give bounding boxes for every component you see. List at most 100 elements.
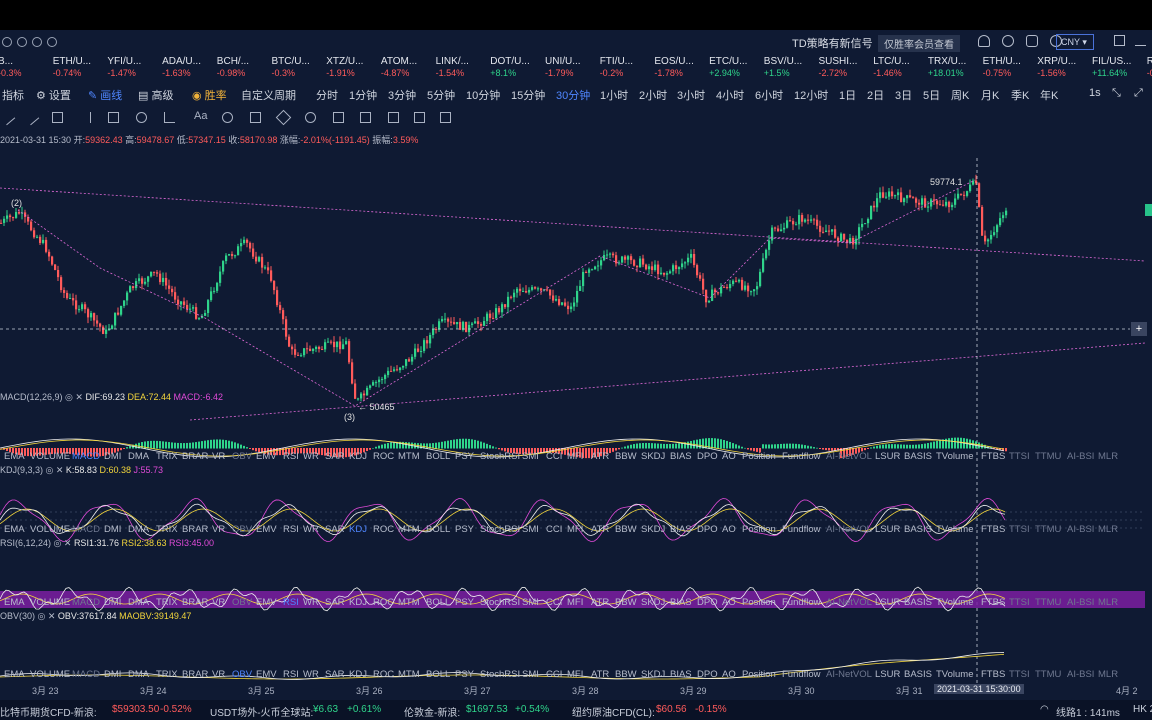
indicator-tab[interactable]: KDJ [349, 597, 367, 608]
wave-tool-icon[interactable] [108, 112, 119, 123]
indicators-button[interactable]: 指标 [2, 87, 24, 103]
indicator-tab[interactable]: BBW [615, 597, 637, 608]
indicator-tab[interactable]: TTMU [1035, 524, 1061, 535]
close-circle-icon[interactable] [47, 37, 57, 47]
indicator-tab[interactable]: MFI [567, 524, 583, 535]
indicator-tab[interactable]: DPO [697, 597, 718, 608]
period-tab[interactable]: 周K [951, 87, 969, 103]
indicator-tab[interactable]: TRIX [156, 451, 178, 462]
indicator-tab[interactable]: TTMU [1035, 451, 1061, 462]
indicator-tab[interactable]: BASIS [904, 597, 932, 608]
period-tab[interactable]: 1日 [839, 87, 856, 103]
indicator-tab[interactable]: MLR [1098, 597, 1118, 608]
indicator-tab[interactable]: Position [742, 597, 776, 608]
indicator-tab[interactable]: DMA [128, 451, 149, 462]
indicator-tab[interactable]: BRAR [182, 597, 208, 608]
indicator-tab[interactable]: ROC [373, 669, 394, 680]
indicator-tab[interactable]: DMA [128, 524, 149, 535]
channel-tool-icon[interactable] [52, 112, 63, 123]
indicator-tab[interactable]: LSUR [875, 451, 900, 462]
indicator-tab[interactable]: FTBS [981, 597, 1005, 608]
window-icon[interactable] [1114, 35, 1125, 46]
indicator-tab[interactable]: Position [742, 669, 776, 680]
fib-tool-icon[interactable] [80, 112, 91, 123]
indicator-tab[interactable]: ATR [591, 669, 609, 680]
indicator-tab[interactable]: Fundflow [782, 451, 821, 462]
indicator-tab[interactable]: Fundflow [782, 669, 821, 680]
indicator-tab[interactable]: KDJ [349, 669, 367, 680]
indicator-tab[interactable]: BBW [615, 524, 637, 535]
ray-tool-icon[interactable] [23, 109, 40, 126]
indicator-tab[interactable]: AI-BSI [1067, 524, 1094, 535]
indicator-tab[interactable]: AO [722, 597, 736, 608]
indicator-tab[interactable]: ROC [373, 451, 394, 462]
indicator-tab[interactable]: ROC [373, 597, 394, 608]
indicator-tab[interactable]: MTM [398, 451, 420, 462]
indicator-tab[interactable]: TVolume [936, 451, 974, 462]
indicator-tab[interactable]: LSUR [875, 597, 900, 608]
indicator-tab[interactable]: Fundflow [782, 524, 821, 535]
indicator-tab[interactable]: MLR [1098, 524, 1118, 535]
indicator-tab[interactable]: EMA [4, 524, 25, 535]
indicator-tab[interactable]: MLR [1098, 451, 1118, 462]
indicator-tab[interactable]: BRAR [182, 451, 208, 462]
indicator-tab[interactable]: VOLUME [30, 451, 70, 462]
indicator-tab[interactable]: SKDJ [641, 451, 665, 462]
period-tab[interactable]: 12小时 [794, 87, 828, 103]
indicator-tab[interactable]: ATR [591, 451, 609, 462]
ticker-item[interactable]: XRP/U... -1.56% [1037, 56, 1091, 78]
indicator-tab[interactable]: DMI [104, 451, 121, 462]
indicator-tab[interactable]: AI-NetVOL [826, 524, 872, 535]
indicator-tab[interactable]: AI-BSI [1067, 669, 1094, 680]
indicator-tab[interactable]: DMA [128, 597, 149, 608]
indicator-tab[interactable]: PSY [455, 669, 474, 680]
indicator-tab[interactable]: AI-NetVOL [826, 669, 872, 680]
indicator-tab[interactable]: WR [303, 451, 319, 462]
indicator-tab[interactable]: MFI [567, 597, 583, 608]
indicator-tab[interactable]: StochRSI [480, 669, 520, 680]
period-tab[interactable]: 3日 [895, 87, 912, 103]
indicator-tab[interactable]: TRIX [156, 597, 178, 608]
fullscreen-icon[interactable]: ⤢ [1134, 87, 1143, 100]
period-tab[interactable]: 3小时 [677, 87, 705, 103]
indicator-tab[interactable]: TRIX [156, 524, 178, 535]
indicator-tab[interactable]: RSI [283, 524, 299, 535]
settings-button[interactable]: ⚙ 设置 [36, 87, 71, 103]
indicator-tab[interactable]: BASIS [904, 669, 932, 680]
indicator-tab[interactable]: SMI [522, 669, 539, 680]
magnet-tool-icon[interactable] [222, 112, 233, 123]
indicator-tab[interactable]: TVolume [936, 597, 974, 608]
ticker-item[interactable]: DOT/U... +8.1% [490, 56, 544, 78]
indicator-tab[interactable]: BIAS [670, 451, 692, 462]
period-tab[interactable]: 5分钟 [427, 87, 455, 103]
indicator-tab[interactable]: DMI [104, 597, 121, 608]
indicator-tab[interactable]: SKDJ [641, 597, 665, 608]
indicator-tab[interactable]: EMV [256, 524, 277, 535]
indicator-tab[interactable]: FTBS [981, 524, 1005, 535]
indicator-tab[interactable]: BIAS [670, 524, 692, 535]
indicator-tab[interactable]: TTSI [1009, 451, 1030, 462]
indicator-tab[interactable]: BIAS [670, 669, 692, 680]
ticker-item[interactable]: ETH/U... -0.75% [983, 56, 1037, 78]
interval-select[interactable]: 1s [1089, 87, 1101, 99]
indicator-tab[interactable]: AI-NetVOL [826, 451, 872, 462]
indicator-tab[interactable]: MACD [72, 597, 100, 608]
indicator-tab[interactable]: CCI [546, 524, 562, 535]
indicator-tab[interactable]: SAR [325, 597, 345, 608]
indicator-tab[interactable]: SAR [325, 451, 345, 462]
draw-button[interactable]: ✎ 画线 [88, 87, 122, 103]
indicator-tab[interactable]: SKDJ [641, 524, 665, 535]
indicator-tab[interactable]: Fundflow [782, 597, 821, 608]
period-tab[interactable]: 1分钟 [349, 87, 377, 103]
period-tab[interactable]: 2日 [867, 87, 884, 103]
indicator-tab[interactable]: RSI [283, 451, 299, 462]
indicator-tab[interactable]: EMA [4, 597, 25, 608]
trash-icon[interactable] [440, 112, 451, 123]
indicator-tab[interactable]: CCI [546, 451, 562, 462]
period-tab[interactable]: 6小时 [755, 87, 783, 103]
indicator-tab[interactable]: WR [303, 669, 319, 680]
indicator-tab[interactable]: AI-NetVOL [826, 597, 872, 608]
ticker-item[interactable]: TRX/U... +18.01% [928, 56, 982, 78]
indicator-tab[interactable]: VR [212, 669, 225, 680]
indicator-tab[interactable]: StochRSI [480, 597, 520, 608]
